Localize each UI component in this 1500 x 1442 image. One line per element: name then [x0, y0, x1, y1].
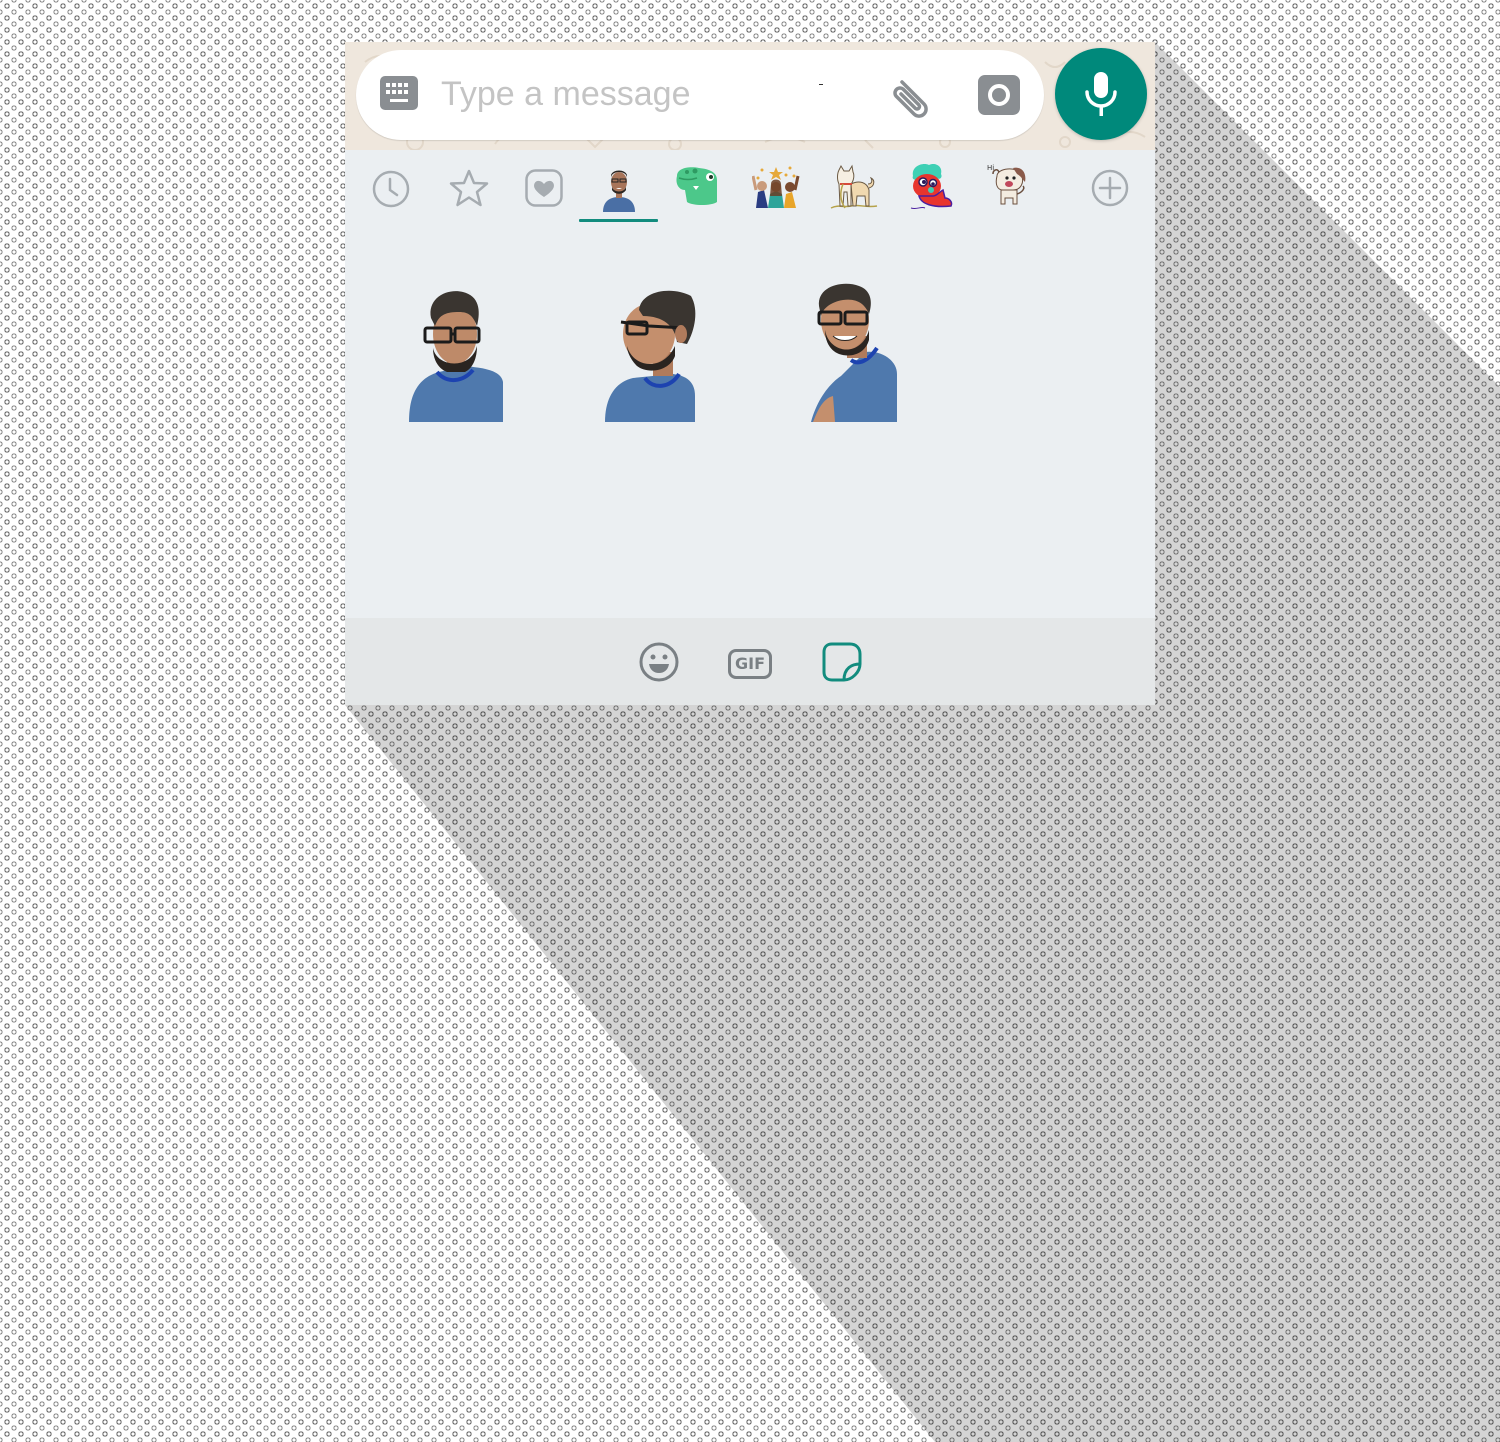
voice-record-button[interactable]: [1055, 48, 1147, 140]
sticker-keyboard-panel: Hi: [345, 42, 1155, 705]
microphone-icon: [1085, 72, 1117, 116]
tab-starred[interactable]: [429, 150, 508, 224]
message-input[interactable]: [441, 72, 861, 116]
person-sticker-thumbnail: [603, 170, 635, 212]
star-icon: [449, 169, 489, 207]
message-input-pill[interactable]: [356, 50, 1044, 140]
tab-personal-pack[interactable]: [579, 150, 658, 224]
message-input-bar: [345, 42, 1155, 150]
man-frowning-sticker[interactable]: [407, 286, 505, 422]
sticker-icon[interactable]: [822, 642, 862, 682]
text-cursor-mark: [819, 84, 823, 85]
man-looking-side-sticker[interactable]: [603, 286, 701, 422]
heart-icon: [525, 169, 563, 207]
sticker-grid: [345, 224, 1155, 618]
tab-add-pack[interactable]: [1071, 150, 1150, 224]
plus-circle-icon: [1091, 169, 1129, 207]
gif-button[interactable]: GIF: [728, 649, 772, 679]
keyboard-icon[interactable]: [380, 76, 418, 110]
shiba-dog-sticker-thumbnail: [830, 164, 878, 209]
paperclip-icon[interactable]: [888, 74, 934, 120]
tab-favorites[interactable]: [505, 150, 584, 224]
tab-recent[interactable]: [351, 150, 430, 224]
smiley-icon[interactable]: [639, 642, 679, 682]
man-smiling-sticker[interactable]: [811, 280, 899, 422]
camera-icon[interactable]: [978, 75, 1020, 115]
celebrating-friends-sticker-thumbnail: [752, 166, 800, 208]
green-dinosaur-sticker-thumbnail: [676, 167, 717, 205]
gif-label: GIF: [734, 654, 765, 673]
tab-puppy-pack[interactable]: Hi: [971, 150, 1050, 224]
active-tab-indicator: [579, 219, 658, 222]
sticker-pack-tabs: Hi: [345, 150, 1155, 224]
tab-dino-pack[interactable]: [658, 150, 737, 224]
keyboard-category-bar: GIF: [345, 618, 1155, 705]
puppy-hi-sticker-thumbnail: Hi: [987, 164, 1026, 205]
tab-friends-pack[interactable]: [737, 150, 816, 224]
tab-red-character-pack[interactable]: [893, 150, 972, 224]
tab-dog-pack[interactable]: [815, 150, 894, 224]
clock-icon: [372, 170, 410, 208]
red-character-sticker-thumbnail: [910, 164, 953, 210]
